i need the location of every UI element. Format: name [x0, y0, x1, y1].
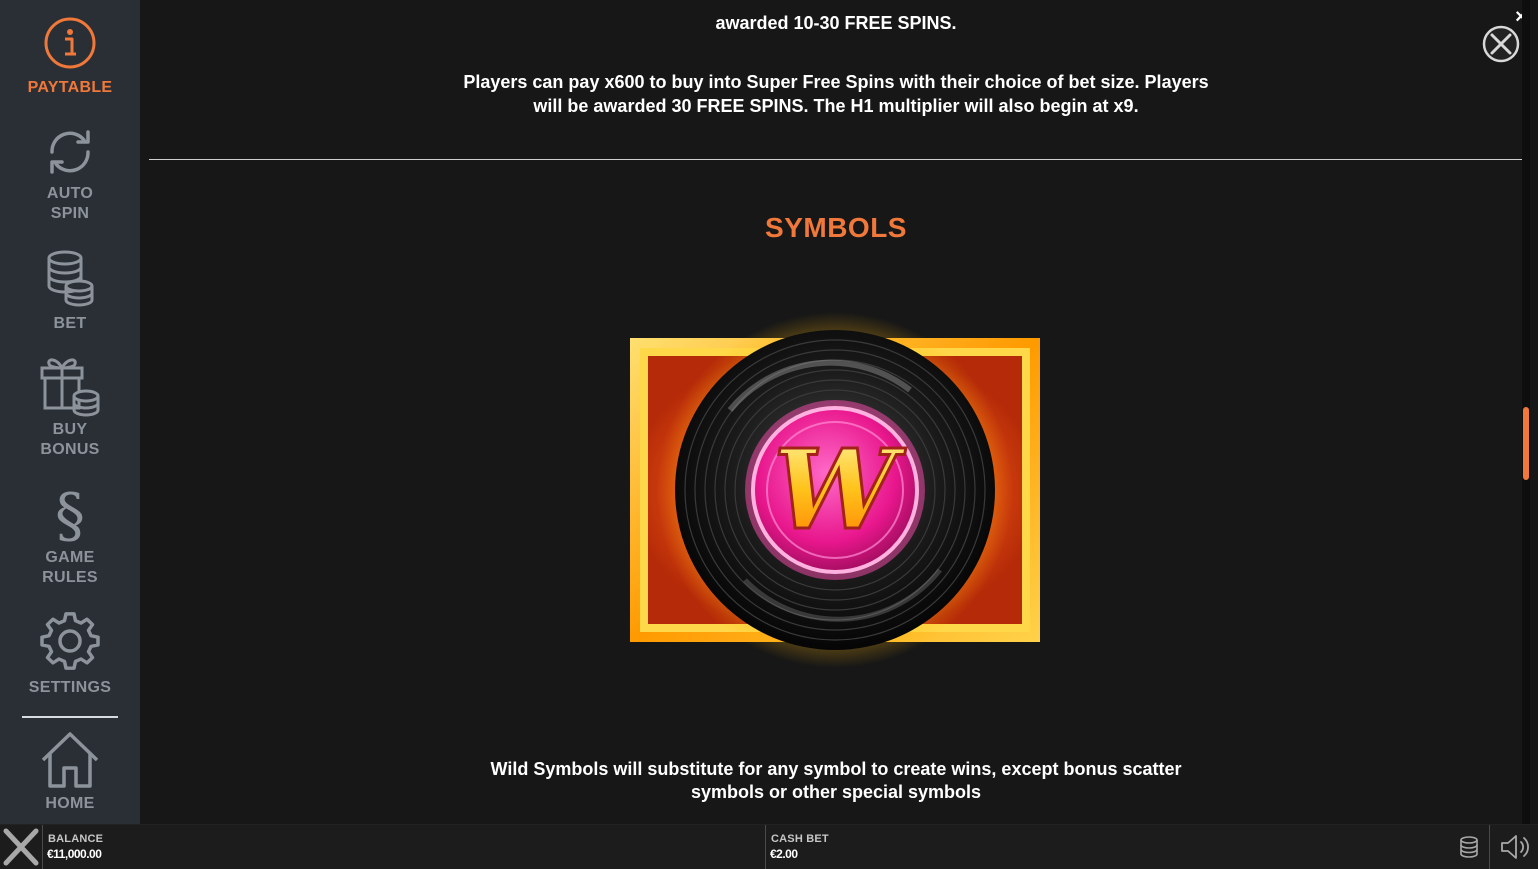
- cash-bet-label: CASH BET: [771, 833, 829, 845]
- sidebar-item-settings[interactable]: SETTINGS: [0, 612, 140, 698]
- wild-description-line2: symbols or other special symbols: [690, 782, 982, 802]
- svg-text:§: §: [55, 482, 85, 546]
- scrollbar-thumb[interactable]: [1523, 407, 1529, 480]
- sidebar-item-label: GAME: [45, 549, 95, 566]
- sidebar-item-home[interactable]: HOME: [0, 730, 140, 814]
- section-icon: §: [55, 482, 85, 546]
- bet-coins-button[interactable]: [1458, 835, 1482, 866]
- sidebar-item-paytable[interactable]: PAYTABLE: [0, 16, 140, 98]
- wild-letter: W: [773, 425, 906, 554]
- super-free-spins-text-line1: Players can pay x600 to buy into Super F…: [463, 72, 1209, 92]
- sidebar-item-game-rules[interactable]: § GAME RULES: [0, 482, 140, 588]
- sidebar-divider: [22, 716, 118, 718]
- sidebar-item-label: BET: [53, 315, 87, 332]
- info-icon: [44, 17, 96, 69]
- sidebar-item-label: PAYTABLE: [27, 79, 113, 96]
- sidebar: PAYTABLE AUTO SPIN BET BUY BONUS § GAME …: [0, 0, 140, 824]
- sidebar-item-label: SETTINGS: [28, 679, 112, 696]
- coins-stack-icon: [1460, 836, 1478, 858]
- divider: [1489, 825, 1490, 869]
- speaker-icon: [1501, 835, 1529, 859]
- home-icon: [41, 732, 99, 788]
- section-divider: [149, 159, 1522, 160]
- section-title: SYMBOLS: [765, 212, 907, 243]
- close-icon: [1482, 25, 1520, 63]
- sidebar-item-label: AUTO: [46, 185, 94, 202]
- close-paytable-button[interactable]: [1482, 25, 1520, 63]
- balance-label: BALANCE: [48, 833, 104, 845]
- paytable-content: awarded 10-30 FREE SPINS. Players can pa…: [140, 0, 1538, 824]
- sidebar-item-bet[interactable]: BET: [0, 248, 140, 334]
- divider: [765, 825, 766, 869]
- sound-button[interactable]: [1499, 833, 1533, 866]
- exit-game-button[interactable]: [0, 825, 42, 869]
- sidebar-item-label: BUY: [52, 421, 88, 438]
- sidebar-item-label: HOME: [45, 795, 95, 812]
- sidebar-item-label: SPIN: [50, 205, 90, 222]
- coins-stack-icon: [47, 250, 94, 307]
- super-free-spins-text-line2: will be awarded 30 FREE SPINS. The H1 mu…: [533, 96, 1139, 116]
- gear-icon: [40, 612, 100, 670]
- refresh-icon: [50, 130, 90, 174]
- bottom-bar: BALANCE €11,000.00 CASH BET €2.00: [0, 824, 1538, 869]
- close-icon: [3, 828, 39, 866]
- sidebar-item-auto-spin[interactable]: AUTO SPIN: [0, 126, 140, 224]
- gift-icon: [40, 358, 100, 417]
- cash-bet-value: €2.00: [770, 847, 798, 861]
- sidebar-item-label: RULES: [42, 569, 98, 586]
- wild-symbol-image: W: [610, 300, 1060, 690]
- divider: [42, 825, 43, 869]
- free-spins-text: awarded 10-30 FREE SPINS.: [715, 13, 957, 33]
- sidebar-item-buy-bonus[interactable]: BUY BONUS: [0, 354, 140, 460]
- balance-value: €11,000.00: [47, 847, 102, 861]
- sidebar-item-label: BONUS: [40, 441, 100, 458]
- wild-description-line1: Wild Symbols will substitute for any sym…: [490, 759, 1182, 779]
